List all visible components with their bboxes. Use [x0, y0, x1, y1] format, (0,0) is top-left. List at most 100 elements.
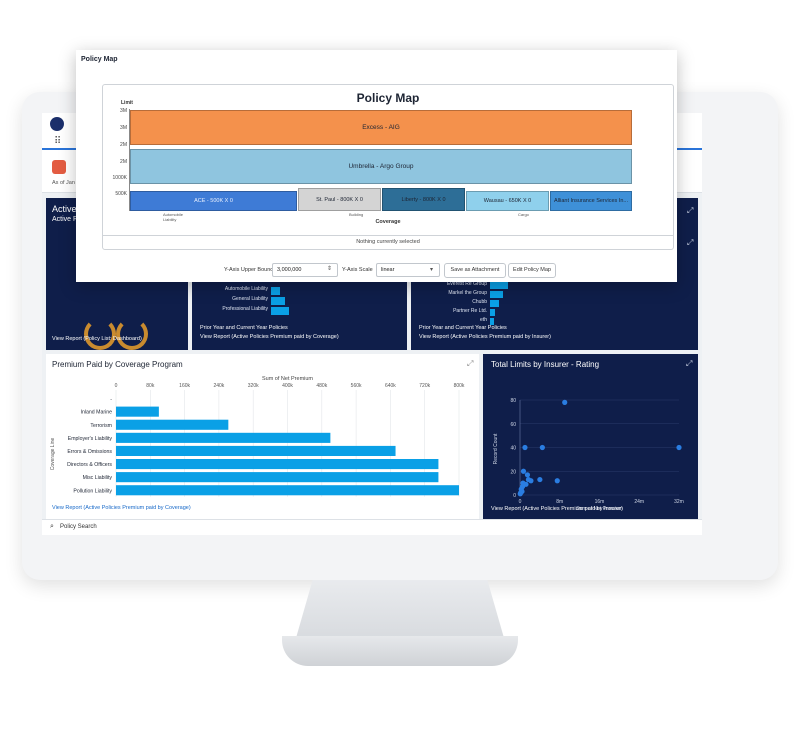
- scatter-point: [537, 476, 543, 483]
- y-tick-label: -: [110, 397, 112, 403]
- policy-block[interactable]: ACE - 500K X 0: [130, 191, 297, 211]
- panel-total-limits-scatter: Total Limits by Insurer - Rating ⤢ 0 20 40…: [483, 354, 698, 519]
- panel-premium-by-coverage: Premium Paid by Coverage Program ⤢ Sum o…: [46, 354, 479, 519]
- y-tick-label: Misc Liability: [83, 475, 113, 481]
- policy-search-label: Policy Search: [60, 524, 97, 530]
- bar-label: Professional Liability: [222, 306, 268, 312]
- policy-block[interactable]: Umbrella - Argo Group: [130, 149, 632, 184]
- chart-title: Policy Map: [356, 91, 420, 105]
- y-tick-label: 20: [510, 469, 516, 475]
- x-tick-label: Building: [349, 212, 364, 217]
- search-icon: ⌕: [50, 523, 54, 530]
- bar: [490, 318, 494, 325]
- scatter-point: [554, 478, 560, 484]
- view-report-link[interactable]: View Report (Active Policies Premium pai…: [52, 505, 191, 511]
- x-tick-label: 16m: [595, 499, 605, 505]
- edit-policy-map-button[interactable]: Edit Policy Map: [508, 263, 556, 278]
- policy-map-chart-frame: Policy Map Limit 3M 3M 2M 2M 1000K 500K Exces…: [102, 84, 674, 250]
- x-tick-label: 0: [519, 499, 522, 505]
- view-report-link[interactable]: View Report (Policy List: Dashboard): [52, 336, 142, 342]
- policy-block[interactable]: Excess - AIG: [130, 110, 632, 145]
- x-tick-label: 32m: [674, 499, 684, 505]
- mini-bar-chart-insurer: Everest Re Group Markel the Group Chubb Par…: [419, 281, 619, 327]
- y-axis-upper-bound-label: Y-Axis Upper Bound: [224, 267, 274, 273]
- bar: [116, 406, 159, 417]
- dashboard-icon: [52, 160, 66, 174]
- y-axis-title: Coverage Line: [50, 438, 56, 471]
- mini-bar-chart-coverage: Automobile Liability General Liability Pro…: [200, 286, 400, 326]
- y-tick-label: 3M: [120, 108, 127, 114]
- modal-header: Policy Map: [81, 56, 118, 63]
- chevron-down-icon: ▾: [430, 267, 434, 273]
- gauge-ring-left: [84, 318, 116, 350]
- y-axis-title: Record Count: [493, 433, 499, 464]
- policy-block[interactable]: St. Paul - 800K X 0: [298, 188, 381, 211]
- y-axis-label: Limit: [121, 100, 133, 106]
- bar: [116, 472, 439, 483]
- x-tick-label: 24m: [634, 499, 644, 505]
- bar-label: Partner Re Ltd.: [453, 308, 487, 314]
- y-tick-label: Pollution Liability: [73, 488, 112, 494]
- x-tick-label: 80k: [146, 383, 155, 389]
- x-tick-label: 160k: [179, 383, 190, 389]
- y-tick-label: Employer's Liability: [68, 436, 113, 442]
- bar-label: General Liability: [232, 296, 268, 302]
- y-tick-label: Inland Marine: [81, 410, 113, 416]
- y-tick-label: 500K: [115, 191, 127, 197]
- y-tick-label: 2M: [120, 142, 127, 148]
- scatter-point: [524, 472, 531, 478]
- y-axis-upper-bound-input[interactable]: 3,000,000 ⇕: [272, 263, 338, 277]
- bar: [490, 282, 508, 289]
- x-tick-label: 0: [115, 383, 118, 389]
- selection-status: Nothing currently selected: [356, 239, 420, 245]
- scatter-point: [528, 478, 534, 484]
- scatter-point: [539, 444, 545, 451]
- divider: [103, 235, 673, 236]
- x-tick-label: 560k: [351, 383, 362, 389]
- bar: [271, 287, 280, 295]
- bar: [490, 309, 496, 316]
- bar-label: Chubb: [472, 299, 487, 305]
- policy-block[interactable]: Liberty - 800K X 0: [382, 188, 465, 211]
- stepper-icon[interactable]: ⇕: [327, 265, 332, 272]
- bar: [116, 432, 331, 443]
- y-tick-label: 2M: [120, 159, 127, 165]
- y-tick-label: 40: [510, 446, 516, 452]
- policy-search-bar[interactable]: ⌕ Policy Search: [42, 519, 702, 535]
- bar: [490, 300, 499, 307]
- save-as-attachment-button[interactable]: Save as Attachment: [444, 263, 506, 278]
- bar-label: eth: [480, 317, 487, 323]
- view-report-link[interactable]: View Report (Active Policies Premium pai…: [491, 506, 623, 512]
- app-launcher-icon[interactable]: ⠿: [54, 137, 64, 147]
- bar: [271, 297, 285, 305]
- scatter-point: [676, 444, 682, 451]
- panel-caption: Prior Year and Current Year Policies: [419, 325, 507, 331]
- y-axis-scale-select[interactable]: linear ▾: [376, 263, 440, 277]
- y-tick-label: Terrorism: [90, 423, 112, 429]
- y-tick-label: 3M: [120, 125, 127, 131]
- view-report-link[interactable]: View Report (Active Policies Premium pai…: [419, 334, 551, 340]
- scatter-point: [522, 444, 528, 451]
- x-tick-label: 400k: [282, 383, 293, 389]
- bar-label: Automobile Liability: [224, 286, 268, 292]
- bar: [116, 459, 439, 470]
- y-tick-label: 80: [510, 398, 516, 404]
- expand-icon[interactable]: ⤢: [687, 206, 693, 216]
- select-value: linear: [381, 267, 395, 273]
- expand-icon[interactable]: ⤢: [687, 238, 693, 248]
- policy-map-modal: Policy Map Policy Map Limit 3M 3M 2M 2M 1000…: [76, 50, 677, 282]
- policy-block[interactable]: Wausau - 650K X 0: [466, 191, 549, 211]
- scatter-point: [520, 468, 527, 474]
- view-report-link[interactable]: View Report (Active Policies Premium pai…: [200, 334, 339, 340]
- monitor-stand-neck: [296, 580, 504, 638]
- panel-caption: Prior Year and Current Year Policies: [200, 325, 288, 331]
- input-value: 3,000,000: [277, 267, 302, 273]
- x-tick-label: Cargo: [518, 212, 529, 217]
- x-axis-label: Coverage: [375, 219, 401, 225]
- bar: [116, 445, 396, 456]
- y-tick-label: Errors & Omissions: [67, 449, 112, 455]
- policy-block[interactable]: Alliant Insurance Services In...: [550, 191, 632, 211]
- gauge-ring-right: [116, 318, 148, 350]
- monitor-stand-base: [282, 636, 518, 666]
- x-axis-title: Sum of Net Premium: [262, 376, 313, 382]
